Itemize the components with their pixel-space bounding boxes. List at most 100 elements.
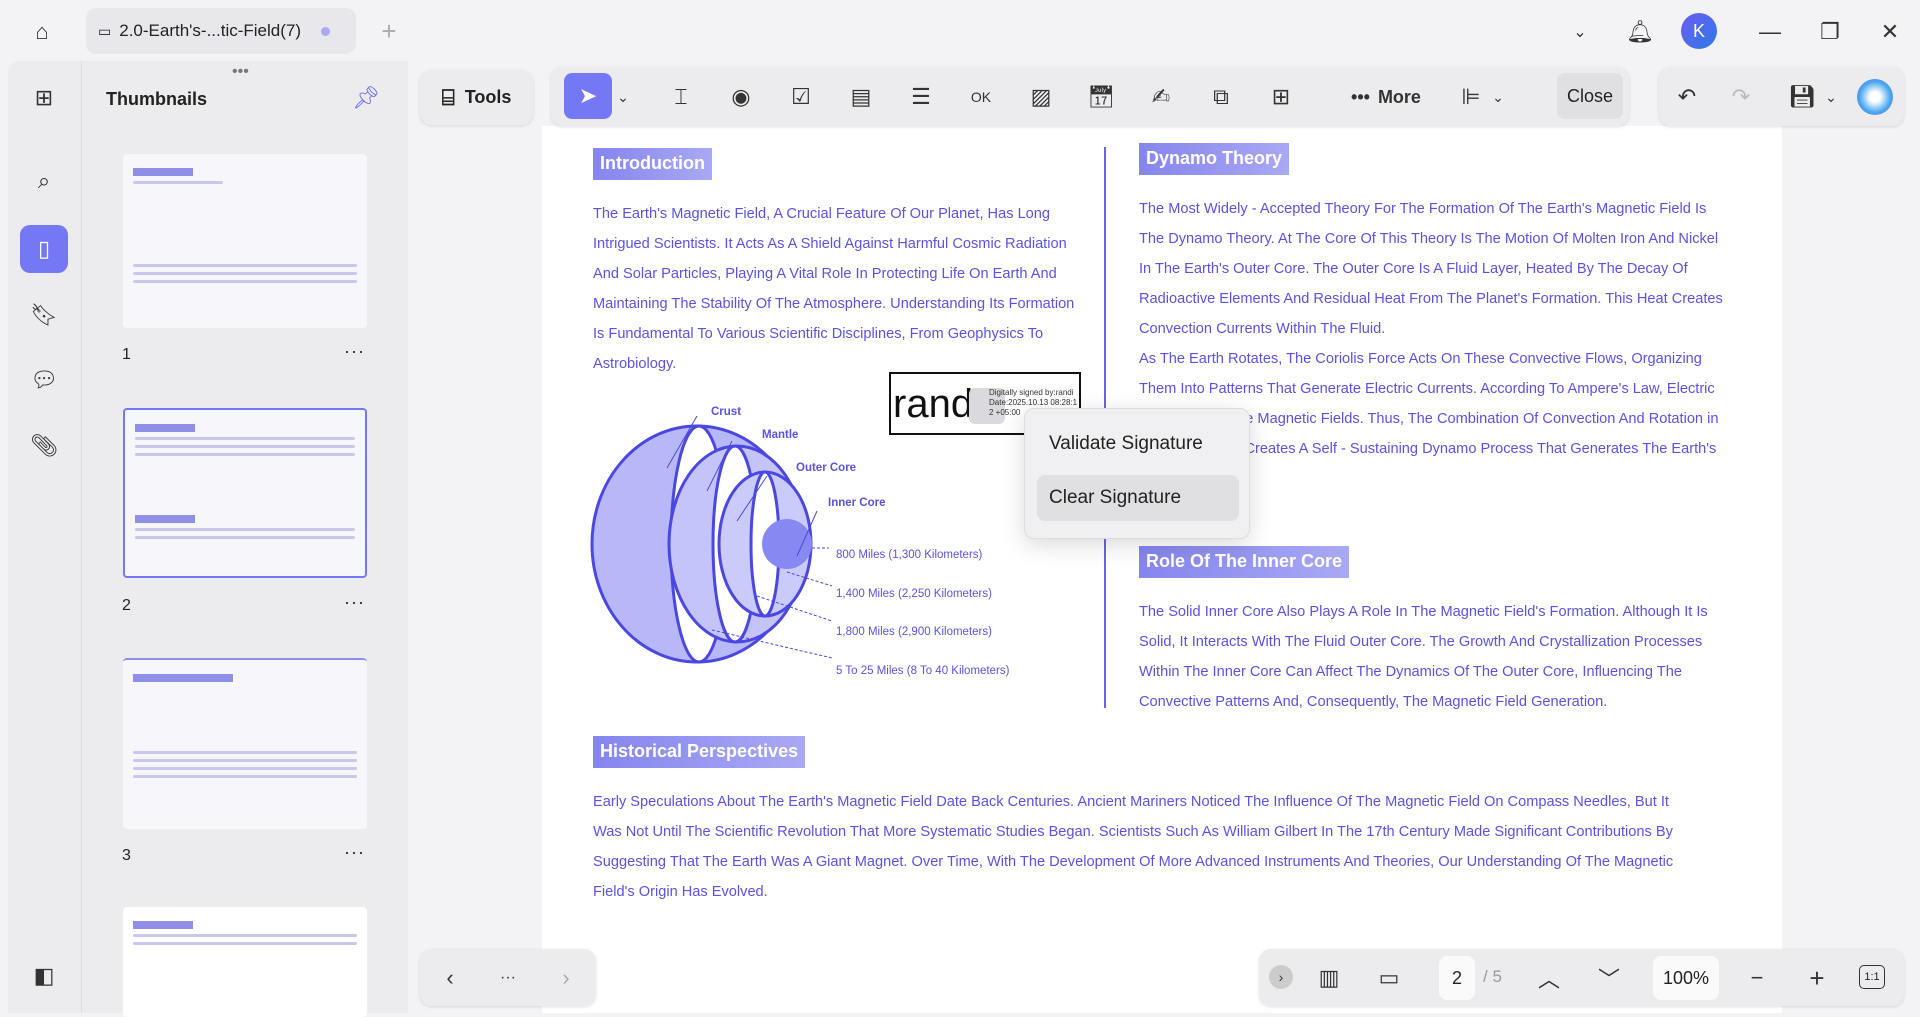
minimize-icon[interactable]: — — [1750, 12, 1790, 52]
bookmark-icon[interactable]: 🔖︎ — [20, 291, 68, 339]
checkbox-icon[interactable]: ☑ — [781, 77, 821, 117]
view-controls-bar: › ▥ ▭ 2 / 5 ︿ ﹀ 100% − + 1:1 — [1259, 949, 1904, 1006]
thumbnail-page-1[interactable] — [123, 154, 367, 328]
date-field-icon[interactable]: 📅︎ — [1081, 77, 1121, 117]
text-line: The Earth's Magnetic Field, A Crucial Fe… — [593, 206, 1051, 222]
drag-handle[interactable]: ••• — [232, 63, 249, 81]
panel-title: Thumbnails — [106, 89, 208, 109]
save-icon[interactable]: 💾︎ — [1782, 77, 1822, 117]
avatar[interactable]: K — [1681, 13, 1717, 49]
signature-context-menu: Validate Signature Clear Signature — [1024, 408, 1250, 539]
select-pointer-icon[interactable]: ➤ — [564, 73, 612, 119]
label-distance: 1,800 Miles (2,900 Kilometers) — [836, 626, 992, 638]
list-box-icon[interactable]: ☰ — [901, 77, 941, 117]
more-dots-icon: ••• — [1351, 86, 1370, 107]
unsaved-dot-icon — [321, 26, 331, 36]
text-line: And Solar Particles, Playing A Vital Rol… — [593, 266, 1057, 282]
comment-icon: ▭ — [98, 22, 112, 39]
close-window-icon[interactable]: ✕ — [1870, 12, 1910, 52]
more-icon[interactable]: ··· — [344, 592, 365, 613]
align-icon[interactable]: ⊫ — [1451, 77, 1491, 117]
home-icon[interactable]: ⌂ — [22, 12, 62, 52]
text-line: The Dynamo Theory. At The Core Of This T… — [1139, 231, 1719, 247]
validate-signature-item[interactable]: Validate Signature — [1037, 421, 1239, 467]
text-line: Suggesting That The Earth Was A Giant Ma… — [593, 854, 1674, 870]
tab-title: 2.0-Earth's-...tic-Field(7) — [119, 21, 302, 40]
text-line: Field's Origin Has Evolved. — [593, 884, 768, 900]
text-field-icon[interactable]: ⌶ — [661, 77, 701, 117]
heading-inner-core: Role Of The Inner Core — [1139, 546, 1350, 578]
actual-size-button[interactable]: 1:1 — [1859, 965, 1885, 989]
more-button[interactable]: ••• More — [1341, 77, 1431, 117]
text-line: Convection Currents Within The Fluid. — [1139, 321, 1386, 337]
signature-date: Date:2025.10.13 08:28:1 — [989, 398, 1078, 407]
chevron-down-icon[interactable]: ⌄ — [1560, 12, 1600, 52]
more-icon[interactable]: ··· — [344, 341, 365, 362]
duplicate-icon[interactable]: ⧉ — [1201, 77, 1241, 117]
tools-icon: ⌸ — [441, 84, 455, 110]
previous-page-icon[interactable]: ︿ — [1529, 958, 1569, 998]
restore-icon[interactable]: ❐ — [1810, 12, 1850, 52]
thumbnail-page-4[interactable] — [123, 907, 367, 1017]
text-line: Them Into Patterns That Generate Electri… — [1139, 381, 1715, 397]
chevron-left-icon[interactable]: ‹ — [430, 958, 470, 998]
apps-icon[interactable]: ⊞ — [20, 74, 68, 122]
chevron-down-icon[interactable]: ⌄ — [1486, 77, 1510, 117]
text-line: Is Fundamental To Various Scientific Dis… — [593, 326, 1044, 342]
more-icon[interactable]: ··· — [344, 842, 365, 863]
page-number: 2 — [122, 597, 131, 614]
close-button[interactable]: Close — [1557, 73, 1623, 119]
attachment-icon[interactable]: 📎︎ — [20, 422, 68, 470]
more-icon[interactable]: ··· — [488, 958, 528, 998]
undo-icon[interactable]: ↶ — [1667, 77, 1707, 117]
zoom-in-icon[interactable]: + — [1797, 958, 1837, 998]
page-layout-icon[interactable]: ▥ — [1309, 958, 1349, 998]
thumbnails-icon[interactable]: ▯ — [20, 225, 68, 273]
text-line: Radioactive Elements And Residual Heat F… — [1139, 291, 1723, 307]
comments-icon[interactable]: 💬︎ — [20, 356, 68, 404]
text-line: Early Speculations About The Earth's Mag… — [593, 794, 1669, 810]
grid-icon[interactable]: ⊞ — [1261, 77, 1301, 117]
ai-assistant-icon[interactable] — [1857, 79, 1893, 115]
text-line: Maintaining The Stability Of The Atmosph… — [593, 296, 1075, 312]
thumbnail-page-2[interactable] — [123, 408, 367, 578]
label-inner-core: Inner Core — [828, 497, 886, 509]
chevron-down-icon[interactable]: ⌄ — [611, 77, 635, 117]
page-number: 1 — [122, 346, 131, 363]
redo-icon[interactable]: ↷ — [1721, 77, 1761, 117]
label-mantle: Mantle — [762, 429, 799, 441]
search-icon[interactable]: ⌕ — [20, 157, 68, 205]
clear-signature-item[interactable]: Clear Signature — [1037, 475, 1239, 521]
history-paragraph: Early Speculations About The Earth's Mag… — [593, 787, 1673, 907]
expand-icon[interactable]: › — [1269, 965, 1293, 989]
layers-icon[interactable]: ◧ — [20, 952, 68, 1000]
image-field-icon[interactable]: ▨ — [1021, 77, 1061, 117]
chevron-right-icon[interactable]: › — [546, 958, 586, 998]
button-field-icon[interactable]: OK — [961, 77, 1001, 117]
signature-field-icon[interactable]: ✍︎ — [1141, 77, 1181, 117]
text-line: Convective Patterns And, Consequently, T… — [1139, 694, 1608, 710]
zoom-level[interactable]: 100% — [1653, 956, 1719, 1000]
label-distance: 1,400 Miles (2,250 Kilometers) — [836, 588, 992, 600]
text-line: The Most Widely - Accepted Theory For Th… — [1139, 201, 1707, 217]
tools-button[interactable]: ⌸ Tools — [420, 70, 533, 125]
zoom-out-icon[interactable]: − — [1737, 958, 1777, 998]
new-tab-icon[interactable]: + — [370, 12, 408, 50]
presentation-icon[interactable]: ▭ — [1369, 958, 1409, 998]
thumbnails-panel: ••• Thumbnails 📌︎ 1 ··· 2 ··· 3 ··· — [81, 61, 408, 1017]
bell-icon[interactable]: 🔔︎ — [1620, 12, 1660, 52]
combo-box-icon[interactable]: ▤ — [841, 77, 881, 117]
chevron-down-icon[interactable]: ⌄ — [1819, 77, 1843, 117]
label-distance: 5 To 25 Miles (8 To 40 Kilometers) — [836, 665, 1010, 677]
next-page-icon[interactable]: ﹀ — [1589, 958, 1629, 998]
heading-historical: Historical Perspectives — [593, 736, 806, 768]
page-input[interactable]: 2 — [1439, 956, 1475, 1000]
thumbnail-page-3[interactable] — [123, 658, 367, 829]
label-distance: 800 Miles (1,300 Kilometers) — [836, 549, 983, 561]
text-line: As The Earth Rotates, The Coriolis Force… — [1139, 351, 1702, 367]
radio-button-icon[interactable]: ◉ — [721, 77, 761, 117]
pin-icon[interactable]: 📌︎ — [352, 85, 380, 111]
tools-label: Tools — [464, 87, 512, 107]
document-tab[interactable]: ▭ 2.0-Earth's-...tic-Field(7) — [86, 8, 356, 54]
label-outer-core: Outer Core — [796, 462, 857, 474]
